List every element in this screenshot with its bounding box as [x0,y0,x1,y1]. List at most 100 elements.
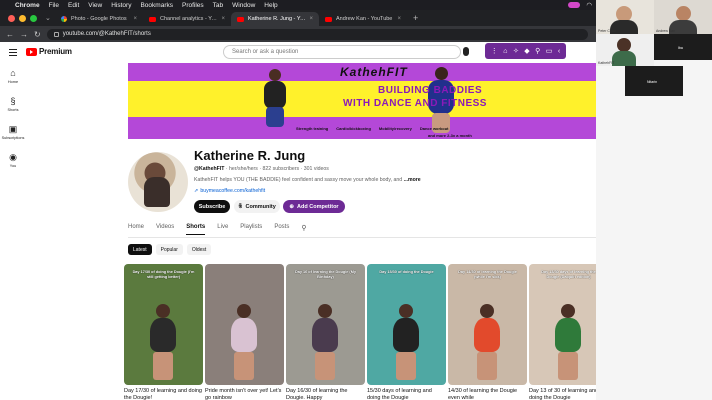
community-label: Community [245,203,276,210]
chip-popular[interactable]: Popular [155,244,183,255]
short-card[interactable]: Day 14/30 of learning the Dougie (while … [448,264,527,400]
banner-tag: Mobility/recovery [378,126,412,131]
reload-icon[interactable]: ↻ [34,30,41,39]
close-tab-icon[interactable]: × [397,16,401,22]
menu-tab[interactable]: Tab [213,2,223,9]
tab-live[interactable]: Live [217,224,228,235]
short-title[interactable]: Pride month isn't over yet! Let's go rai… [205,388,284,400]
short-card[interactable]: Day 17/30 of doing the Dougie (I'm still… [124,264,203,400]
short-thumbnail[interactable]: Day 16 of learning the Dougie (My Birthd… [286,264,365,385]
browser-tab-google-photos[interactable]: Photo - Google Photos × [55,12,143,26]
fullscreen-window-icon[interactable] [30,14,37,22]
channel-search-icon[interactable]: ⚲ [301,224,306,235]
more-link[interactable]: ...more [404,177,421,183]
close-tab-icon[interactable]: × [221,16,225,22]
short-card[interactable]: Day 16 of learning the Dougie (My Birthd… [286,264,365,400]
browser-tab-andrew-kan[interactable]: Andrew Kan - YouTube × [319,12,407,26]
menu-edit[interactable]: Edit [68,2,79,9]
close-window-icon[interactable] [8,14,15,22]
short-card[interactable]: Pride month isn't over yet! Let's go rai… [205,264,284,400]
home-icon[interactable]: ⌂ [503,48,507,55]
pin-icon[interactable]: ✧ [513,47,519,55]
back-arrow-icon[interactable]: ← [6,30,14,39]
nav-item-home[interactable]: ⌂ Home [0,68,26,96]
community-button[interactable]: ꆜ Community [234,200,280,213]
close-tab-icon[interactable]: × [133,16,137,22]
dancer-figure [393,318,419,352]
browser-tab-katherine-jung[interactable]: Katherine R. Jung - YouTube × [231,12,319,26]
community-icon: ꆜ [238,204,243,210]
channel-avatar[interactable] [128,152,188,212]
youtube-play-icon [26,47,37,56]
nav-item-shorts[interactable]: § Shorts [0,96,26,124]
short-caption: Day 17/30 of doing the Dougie (I'm still… [132,270,195,279]
nav-item-subscriptions[interactable]: ▣ Subscriptions [0,124,26,152]
browser-tab-channel-analytics[interactable]: Channel analytics - YouTube Studio × [143,12,231,26]
menu-hamburger-icon[interactable] [9,49,17,58]
menu-history[interactable]: History [111,2,131,9]
short-title[interactable]: 14/30 of learning the Dougie even while [448,388,527,400]
channel-description[interactable]: KathehFIT helps YOU (THE BADDIE) feel co… [194,177,421,183]
tab-title: Photo - Google Photos [71,16,127,22]
short-title[interactable]: Day 17/30 of learning and doing the Doug… [124,388,203,400]
forward-arrow-icon[interactable]: → [20,30,28,39]
left-navigation: ⌂ Home § Shorts ▣ Subscriptions ◉ You [0,68,26,180]
site-info-icon[interactable] [53,31,59,37]
channel-pronouns: her/she/hers [229,166,258,172]
short-thumbnail[interactable]: Day 17/30 of doing the Dougie (I'm still… [124,264,203,385]
menu-view[interactable]: View [88,2,102,9]
new-tab-button[interactable]: + [407,10,424,26]
nav-label: Home [7,80,19,84]
folder-icon[interactable]: ▭ [546,47,553,55]
menu-help[interactable]: Help [264,2,277,9]
zoom-icon[interactable]: ⚲ [535,47,540,55]
close-tab-icon[interactable]: × [309,16,313,22]
participant-tile[interactable]: Iba [654,34,712,60]
tab-posts[interactable]: Posts [274,224,289,235]
youtube-icon [325,16,332,22]
short-thumbnail[interactable]: Day 15/30 of doing the Dougie [367,264,446,385]
tab-shorts[interactable]: Shorts [186,224,206,235]
short-thumbnail[interactable] [205,264,284,385]
wifi-icon[interactable]: ◠ [586,1,592,9]
nav-item-you[interactable]: ◉ You [0,152,26,180]
tab-videos[interactable]: Videos [156,224,174,235]
channel-external-link[interactable]: ⇗ buymeacoffee.com/kathehfit [194,188,265,194]
drag-handle-icon[interactable]: ⋮ [491,47,498,55]
chip-latest[interactable]: Latest [128,244,152,255]
window-controls [0,10,45,26]
menu-file[interactable]: File [49,2,59,9]
home-icon: ⌂ [10,68,16,78]
menu-bookmarks[interactable]: Bookmarks [140,2,173,9]
chip-oldest[interactable]: Oldest [186,244,212,255]
subscriptions-icon: ▣ [8,124,18,134]
subscribe-button[interactable]: Subscribe [194,200,230,213]
menu-window[interactable]: Window [232,2,255,9]
menu-profiles[interactable]: Profiles [182,2,204,9]
youtube-page: Premium Search or ask a question ⋮ ⌂ ✧ ◆… [0,42,608,400]
tab-search-chevron-icon[interactable]: ⌄ [45,10,55,26]
short-title[interactable]: 15/30 days of learning and doing the Dou… [367,388,446,400]
participant-tile[interactable]: Nitarin [625,66,683,96]
short-title[interactable]: Day 16/30 of learning the Dougie. Happy [286,388,365,400]
address-bar[interactable]: youtube.com/@KathehFIT/shorts [46,28,588,40]
participant-tile[interactable]: Peter Chau [596,0,654,34]
participant-name: KathehFIT [598,61,615,65]
youtube-premium-logo[interactable]: Premium [26,47,72,56]
nav-label: Shorts [7,108,19,112]
search-input[interactable]: Search or ask a question [223,45,461,59]
tag-icon[interactable]: ◆ [524,47,529,55]
tab-playlists[interactable]: Playlists [240,224,262,235]
tab-home[interactable]: Home [128,224,144,235]
short-thumbnail[interactable]: Day 14/30 of learning the Dougie (while … [448,264,527,385]
chevron-left-icon[interactable]: ‹ [558,48,560,55]
menu-app-name[interactable]: Chrome [15,2,40,9]
add-competitor-button[interactable]: ⊕ Add Competitor [283,200,345,213]
microphone-icon[interactable] [463,47,469,56]
dancer-figure [561,304,575,318]
participant-tile[interactable]: KathehFIT [596,34,654,66]
short-card[interactable]: Day 15/30 of doing the Dougie 15/30 days … [367,264,446,400]
minimize-window-icon[interactable] [19,14,26,22]
participant-tile[interactable]: Andrew Kan [654,0,712,34]
status-pill-icon[interactable] [568,2,581,8]
